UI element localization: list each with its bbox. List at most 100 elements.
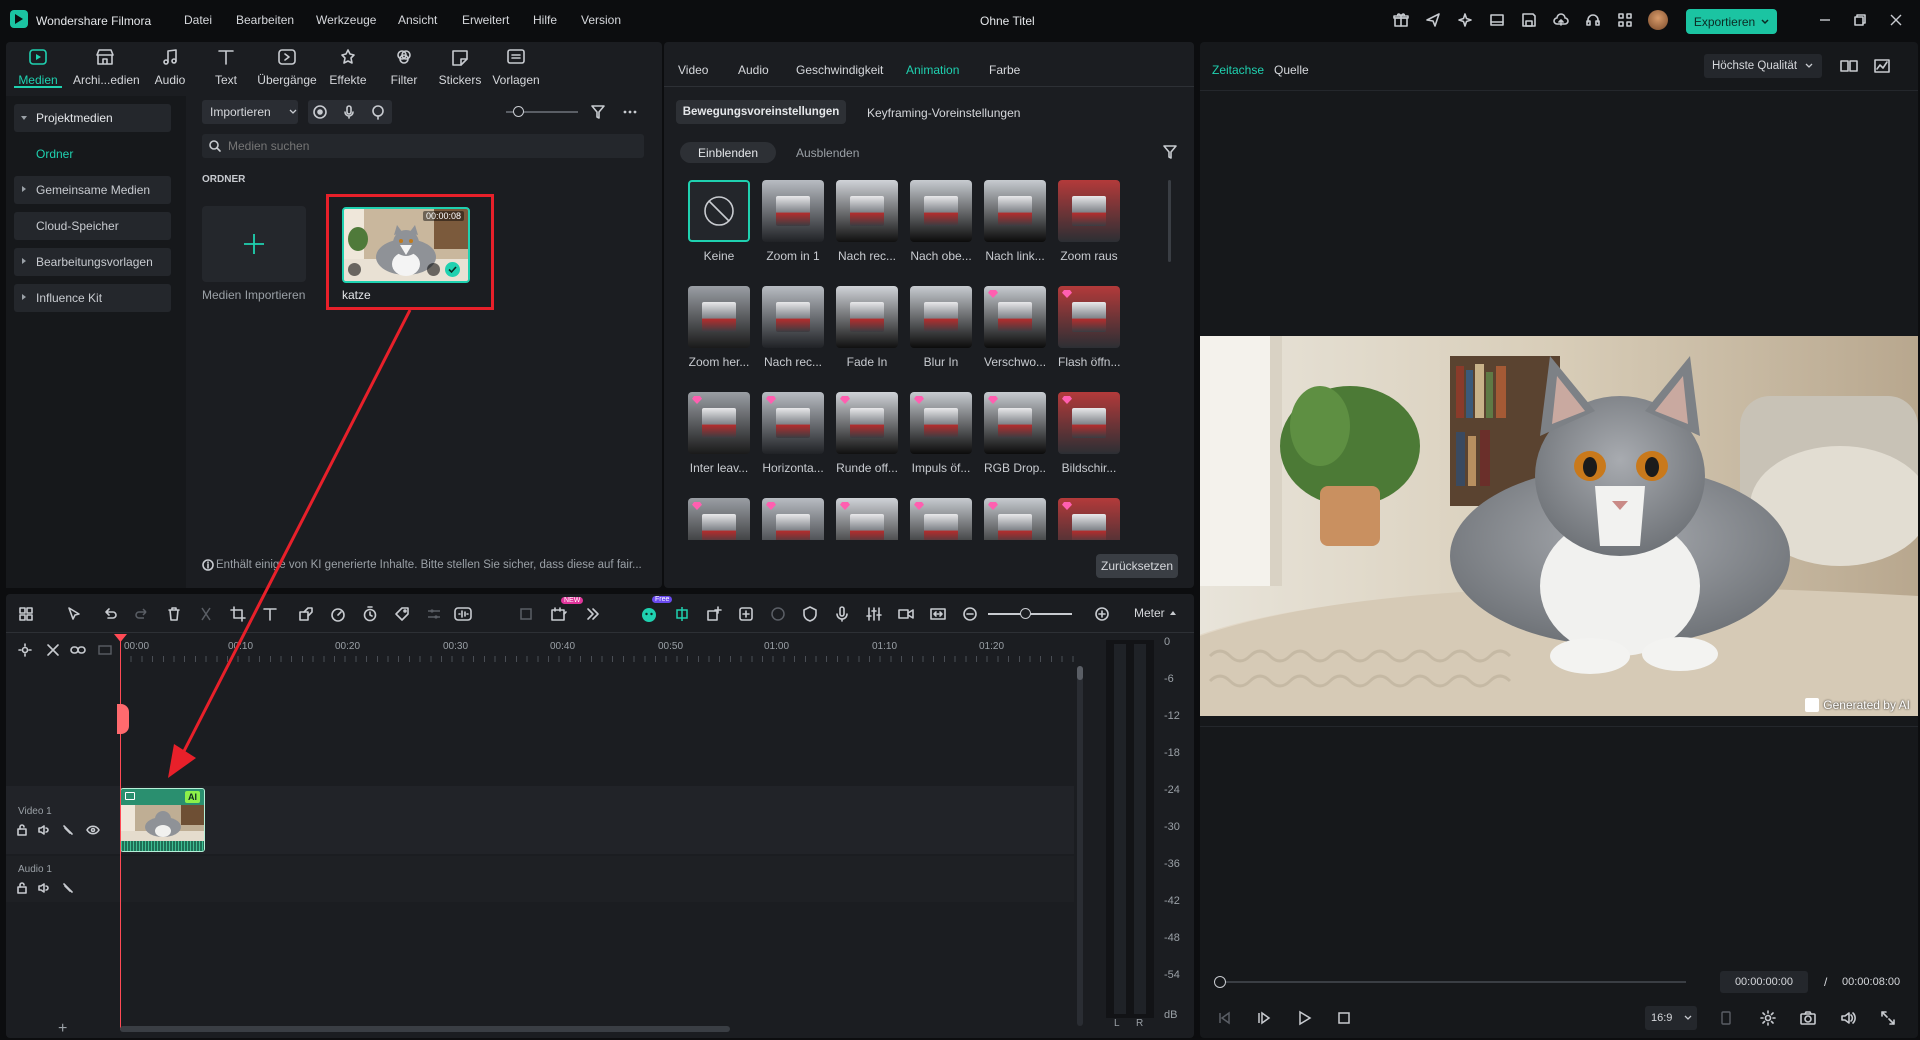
track-visibility-eye-icon[interactable] [86,824,100,836]
tab-uebergaenge[interactable]: Übergänge [256,48,318,87]
animation-preset[interactable]: Zoom her... [688,286,750,369]
layout-icon[interactable] [1489,12,1505,28]
animation-preset[interactable]: Runde off... [836,392,898,475]
minimize-icon[interactable] [1818,13,1832,27]
sidebar-item-bearbeitungsvorlagen[interactable]: Bearbeitungsvorlagen [14,248,171,276]
current-time[interactable]: 00:00:00:00 [1720,971,1808,993]
tab-effekte[interactable]: Effekte [318,48,378,87]
animation-preset[interactable] [910,498,972,540]
adjust-sliders-icon[interactable] [426,606,442,622]
animation-preset[interactable] [1058,498,1120,540]
cloud-upload-icon[interactable] [1553,12,1569,28]
headset-icon[interactable] [1585,12,1601,28]
sidebar-item-cloud-speicher[interactable]: Cloud-Speicher [14,212,171,240]
track-settings-icon[interactable] [18,643,32,657]
timeline-clip-katze[interactable]: AI [120,788,205,852]
track-hide-icon[interactable] [62,824,74,836]
animation-preset[interactable]: Nach rec... [836,180,898,263]
scopes-icon[interactable] [1874,58,1890,74]
close-icon[interactable] [1889,13,1903,27]
stop-icon[interactable] [1336,1010,1352,1026]
tab-medien[interactable]: Medien [8,48,68,87]
volume-icon[interactable] [1840,1010,1856,1026]
fullscreen-icon[interactable] [1880,1010,1896,1026]
menu-werkzeuge[interactable]: Werkzeuge [316,13,376,27]
redo-icon[interactable] [134,606,150,622]
track-lock-icon[interactable] [16,824,28,836]
snap-icon[interactable] [674,606,690,622]
link-icon[interactable] [70,643,86,657]
preview-tab-quelle[interactable]: Quelle [1274,63,1309,77]
import-media-tile[interactable] [202,206,306,282]
track-audio-icon[interactable] [38,882,50,894]
prop-tab-audio[interactable]: Audio [738,63,769,77]
mask-icon[interactable] [518,606,534,622]
prop-tab-geschwindigkeit[interactable]: Geschwindigkeit [796,63,883,77]
avatar[interactable] [1648,10,1668,30]
animation-preset[interactable]: Horizonta... [762,392,824,475]
search-input[interactable] [228,136,628,156]
menu-ansicht[interactable]: Ansicht [398,13,437,27]
animation-preset[interactable] [836,498,898,540]
animation-preset[interactable]: Verschwo... [984,286,1046,369]
sparkle-icon[interactable] [1457,12,1473,28]
gift-icon[interactable] [1393,12,1409,28]
send-icon[interactable] [1425,12,1441,28]
magnet-snap-icon[interactable] [46,643,60,657]
play-frame-icon[interactable] [1256,1010,1272,1026]
caption-icon[interactable] [98,643,112,657]
subtab-bewegungsvoreinstellungen[interactable]: Bewegungsvoreinstellungen [676,100,846,124]
vertical-scroll-thumb[interactable] [1077,666,1083,680]
record-screen-icon[interactable] [312,104,328,120]
microphone-icon[interactable] [341,104,357,120]
animation-preset[interactable]: Bildschir... [1058,392,1120,475]
select-cursor-icon[interactable] [66,606,82,622]
menu-version[interactable]: Version [581,13,621,27]
timeline-zoom-handle[interactable] [1020,608,1031,619]
play-icon[interactable] [1296,1010,1312,1026]
prop-tab-video[interactable]: Video [678,63,708,77]
animation-preset[interactable]: Nach link... [984,180,1046,263]
animation-preset[interactable]: Zoom raus [1058,180,1120,263]
mode-einblenden[interactable]: Einblenden [680,142,776,163]
snapshot-camera-icon[interactable] [1800,1010,1816,1026]
aspect-ratio-dropdown[interactable]: 16:9 [1645,1006,1697,1030]
menu-datei[interactable]: Datei [184,13,212,27]
animation-preset[interactable]: Keine [688,180,750,263]
animation-preset[interactable]: Blur In [910,286,972,369]
sidebar-item-projektmedien[interactable]: Projektmedien [14,104,171,132]
filter-funnel-icon[interactable] [590,104,606,120]
tab-archiv-medien[interactable]: Archi...edien [73,48,140,87]
preview-progress-track[interactable] [1220,981,1686,983]
tab-filter[interactable]: Filter [374,48,434,87]
filter-funnel-icon[interactable] [1162,144,1178,160]
preset-scrollbar[interactable] [1168,180,1171,262]
sidebar-item-influence-kit[interactable]: Influence Kit [14,284,171,312]
more-options-icon[interactable] [622,104,638,120]
animation-preset[interactable]: RGB Drop... [984,392,1046,475]
sidebar-item-gemeinsame-medien[interactable]: Gemeinsame Medien [14,176,171,204]
animation-preset[interactable] [688,498,750,540]
settings-gear-icon[interactable] [1760,1010,1776,1026]
ai-tools-icon[interactable] [550,606,568,622]
audio-mixer-icon[interactable] [866,606,882,622]
ai-copilot-icon[interactable] [640,606,658,624]
meter-toggle[interactable]: Meter [1126,600,1186,626]
render-preview-icon[interactable] [1718,1010,1734,1026]
sidebar-item-ordner[interactable]: Ordner [14,140,171,168]
animation-preset[interactable]: Fade In [836,286,898,369]
playhead-line[interactable] [120,634,121,1030]
reset-button[interactable]: Zurücksetzen [1096,554,1178,578]
add-marker-icon[interactable] [706,606,722,622]
menu-hilfe[interactable]: Hilfe [533,13,557,27]
animation-preset[interactable]: Impuls öf... [910,392,972,475]
preview-tab-zeitachse[interactable]: Zeitachse [1212,63,1264,77]
more-tools-icon[interactable] [584,606,600,622]
zoom-out-icon[interactable] [962,606,978,622]
tab-text[interactable]: Text [196,48,256,87]
grid-view-icon[interactable] [1840,58,1858,74]
record-voiceover-icon[interactable] [834,606,850,622]
preview-scrubber-handle[interactable] [1214,976,1226,988]
import-dropdown[interactable]: Importieren [202,100,298,124]
timeline-vertical-scrollbar[interactable] [1077,666,1083,1026]
